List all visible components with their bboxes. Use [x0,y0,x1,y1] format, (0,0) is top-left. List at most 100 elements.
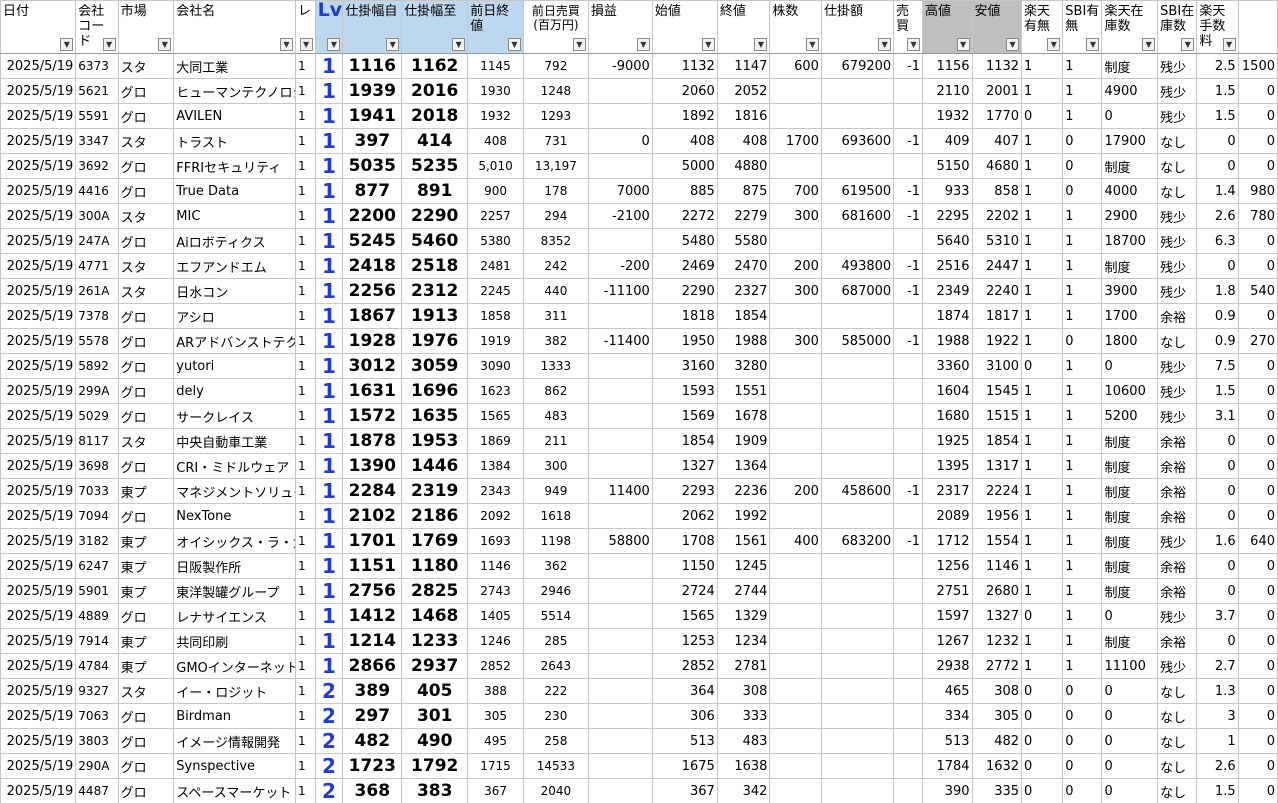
cell-high[interactable]: 1680 [922,403,973,429]
cell-sell[interactable]: -1 [893,253,924,279]
cell-date[interactable]: 2025/5/19 [0,303,77,329]
cell-sell[interactable]: -1 [893,53,924,79]
cell-sell[interactable] [893,728,924,754]
cell-open[interactable]: 2469 [651,253,718,279]
cell-sell[interactable]: -1 [893,203,924,229]
cell-lv[interactable]: 1 [314,653,344,679]
cell-name[interactable]: NexTone [173,503,296,529]
cell-shares[interactable] [769,428,822,454]
cell-date[interactable]: 2025/5/19 [0,53,77,79]
cell-name[interactable]: 共同印刷 [173,628,296,654]
cell-from[interactable]: 368 [342,778,403,803]
cell-date[interactable]: 2025/5/19 [0,703,77,729]
cell-rei[interactable]: 1 [294,103,316,129]
cell-lv[interactable]: 1 [314,228,344,254]
cell-open[interactable]: 1854 [651,428,718,454]
cell-close[interactable]: 483 [716,728,771,754]
cell-shares[interactable]: 700 [769,178,822,204]
cell-shares[interactable] [769,778,822,803]
cell-shares[interactable] [769,753,822,779]
cell-market[interactable]: グロ [117,78,175,104]
cell-high[interactable]: 390 [922,778,973,803]
cell-date[interactable]: 2025/5/19 [0,778,77,803]
cell-prevsell[interactable]: 285 [522,628,589,654]
cell-amount[interactable] [820,403,895,429]
filter-dropdown-icon[interactable]: ▼ [327,38,341,51]
cell-sbi[interactable]: 1 [1062,603,1103,629]
cell-lv[interactable]: 2 [314,678,344,704]
cell-prevclose[interactable]: 2743 [467,578,524,604]
cell-amount[interactable] [820,753,895,779]
cell-from[interactable]: 482 [342,728,403,754]
cell-date[interactable]: 2025/5/19 [0,628,77,654]
cell-rakstock[interactable]: 0 [1101,603,1159,629]
cell-market[interactable]: グロ [117,603,175,629]
cell-low[interactable]: 2240 [971,278,1023,304]
cell-close[interactable]: 1234 [716,628,771,654]
cell-from[interactable]: 2200 [342,203,403,229]
cell-fee[interactable]: 0 [1196,503,1239,529]
cell-market[interactable]: スタ [117,53,175,79]
cell-rei[interactable]: 1 [294,53,316,79]
cell-open[interactable]: 1708 [651,528,718,554]
cell-sbi[interactable]: 0 [1062,678,1103,704]
cell-rei[interactable]: 1 [294,403,316,429]
cell-prevclose[interactable]: 900 [467,178,524,204]
filter-dropdown-icon[interactable]: ▼ [386,38,400,51]
header-code[interactable]: 会社コード ▼ [75,0,119,54]
cell-sell[interactable] [893,428,924,454]
cell-rei[interactable]: 1 [294,128,316,154]
cell-open[interactable]: 2290 [651,278,718,304]
header-shares[interactable]: 株数 ▼ [769,0,822,54]
cell-prevsell[interactable]: 1293 [522,103,589,129]
cell-lv[interactable]: 1 [314,78,344,104]
cell-market[interactable]: グロ [117,378,175,404]
cell-rei[interactable]: 1 [294,753,316,779]
cell-from[interactable]: 389 [342,678,403,704]
cell-code[interactable]: 299A [75,378,119,404]
cell-date[interactable]: 2025/5/19 [0,453,77,479]
cell-fee[interactable]: 0 [1196,553,1239,579]
cell-close[interactable]: 2470 [716,253,771,279]
cell-lv[interactable]: 1 [314,278,344,304]
cell-rak[interactable]: 0 [1021,353,1064,379]
cell-lv[interactable]: 1 [314,503,344,529]
cell-low[interactable]: 1854 [971,428,1023,454]
cell-open[interactable]: 2724 [651,578,718,604]
cell-rak[interactable]: 1 [1021,278,1064,304]
cell-fee[interactable]: 1.5 [1196,778,1239,803]
cell-sbi[interactable]: 1 [1062,53,1103,79]
cell-pl[interactable] [587,778,653,803]
cell-close[interactable]: 2279 [716,203,771,229]
cell-prevsell[interactable]: 13,197 [522,153,589,179]
cell-from[interactable]: 877 [342,178,403,204]
cell-sell[interactable] [893,678,924,704]
cell-date[interactable]: 2025/5/19 [0,728,77,754]
cell-name[interactable]: イメージ情報開発 [173,728,296,754]
cell-high[interactable]: 409 [922,128,973,154]
cell-pl[interactable] [587,403,653,429]
cell-high[interactable]: 2295 [922,203,973,229]
cell-pl[interactable] [587,753,653,779]
cell-shares[interactable] [769,653,822,679]
cell-to[interactable]: 1233 [401,628,469,654]
cell-high[interactable]: 2349 [922,278,973,304]
cell-rakstock[interactable]: 0 [1101,703,1159,729]
cell-prevclose[interactable]: 388 [467,678,524,704]
filter-dropdown-icon[interactable]: ▼ [754,38,768,51]
cell-rakstock[interactable]: 制度 [1101,503,1159,529]
cell-sbistock[interactable]: 余裕 [1157,628,1198,654]
filter-dropdown-icon[interactable]: ▼ [507,38,521,51]
cell-rak[interactable]: 1 [1021,153,1064,179]
cell-rakstock[interactable]: 4900 [1101,78,1159,104]
cell-high[interactable]: 1988 [922,328,973,354]
cell-amount[interactable]: 458600 [820,478,895,504]
cell-from[interactable]: 1878 [342,428,403,454]
cell-rakstock[interactable]: 0 [1101,678,1159,704]
cell-sell[interactable] [893,403,924,429]
cell-prevsell[interactable]: 178 [522,178,589,204]
cell-prevsell[interactable]: 300 [522,453,589,479]
cell-sell[interactable]: -1 [893,278,924,304]
cell-shares[interactable] [769,78,822,104]
cell-fee[interactable]: 1 [1196,728,1239,754]
